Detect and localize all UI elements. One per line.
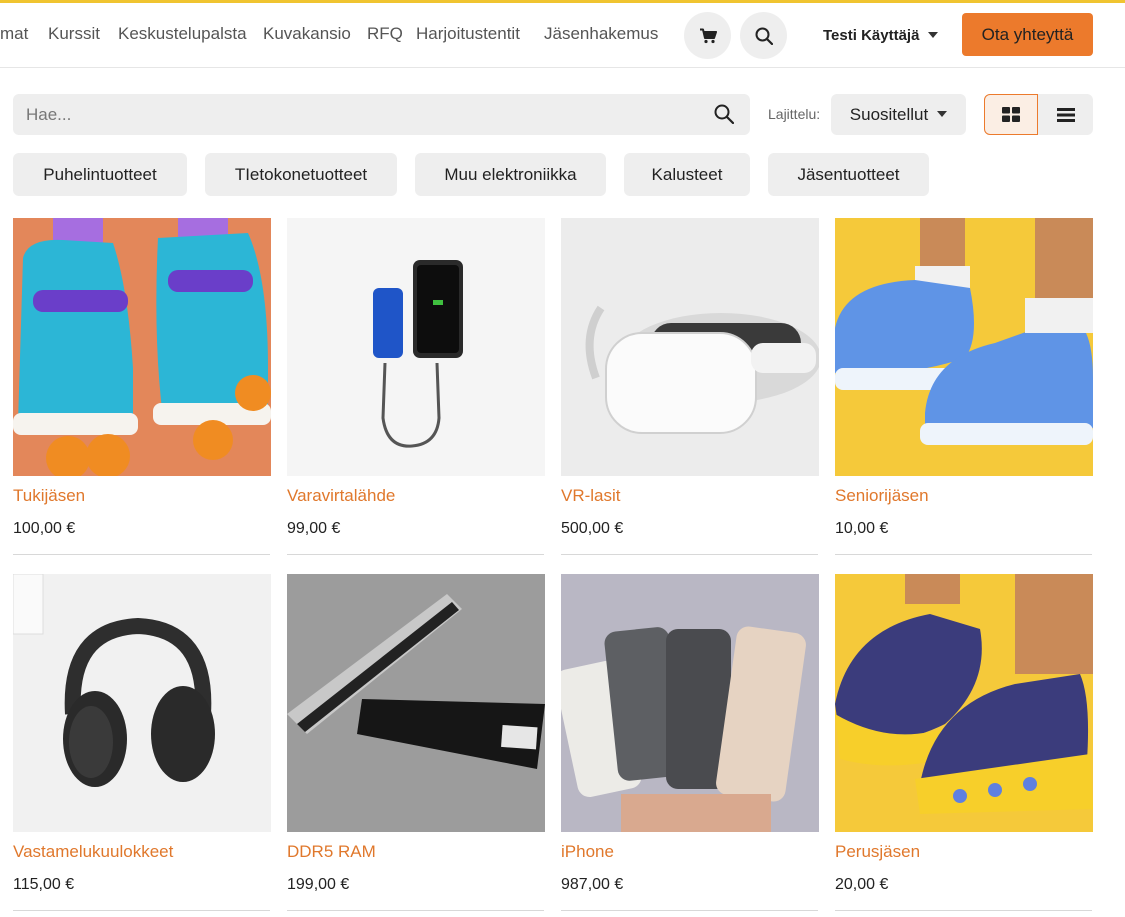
search-icon xyxy=(755,27,773,45)
product-image-headphones[interactable] xyxy=(13,574,271,832)
search-input[interactable]: Hae... xyxy=(26,105,71,125)
category-kalusteet[interactable]: Kalusteet xyxy=(624,153,750,196)
product-price: 500,00 € xyxy=(561,520,624,537)
cart-icon xyxy=(699,28,717,43)
divider xyxy=(835,554,1092,555)
caret-down-icon xyxy=(937,110,948,117)
product-image-iphone[interactable] xyxy=(561,574,819,832)
divider xyxy=(561,554,818,555)
category-jasentuotteet[interactable]: Jäsentuotteet xyxy=(768,153,929,196)
product-price: 99,00 € xyxy=(287,520,341,537)
product-image-basic-member-shoes[interactable] xyxy=(835,574,1093,832)
category-tietokonetuotteet[interactable]: TIetokonetuotteet xyxy=(205,153,397,196)
product-image-senior-member-shoes[interactable] xyxy=(835,218,1093,476)
grid-view-button[interactable] xyxy=(984,94,1038,135)
product-title[interactable]: Varavirtalähde xyxy=(287,486,395,506)
category-puhelintuotteet[interactable]: Puhelintuotteet xyxy=(13,153,187,196)
divider xyxy=(13,910,270,911)
product-title[interactable]: Vastamelukuulokkeet xyxy=(13,842,173,862)
product-price: 100,00 € xyxy=(13,520,76,537)
sort-dropdown[interactable]: Suositellut xyxy=(831,94,966,135)
product-title[interactable]: Perusjäsen xyxy=(835,842,920,862)
divider xyxy=(13,554,270,555)
nav-link-rfq[interactable]: RFQ xyxy=(367,24,403,44)
product-title[interactable]: VR-lasit xyxy=(561,486,621,506)
caret-down-icon xyxy=(928,31,939,38)
product-title[interactable]: Tukijäsen xyxy=(13,486,85,506)
nav-link-keskustelupalsta[interactable]: Keskustelupalsta xyxy=(118,24,247,44)
nav-link-harjoitustentit[interactable]: Harjoitustentit xyxy=(416,24,520,44)
nav-link-jasenhakemus[interactable]: Jäsenhakemus xyxy=(544,24,658,44)
grid-view-icon xyxy=(1002,107,1020,122)
sort-label: Lajittelu: xyxy=(768,106,821,122)
product-price: 987,00 € xyxy=(561,876,624,893)
product-image-vr-headset[interactable] xyxy=(561,218,819,476)
product-image-roller-skates[interactable] xyxy=(13,218,271,476)
product-price: 115,00 € xyxy=(13,876,75,893)
product-price: 20,00 € xyxy=(835,876,889,893)
product-title[interactable]: iPhone xyxy=(561,842,614,862)
cart-button[interactable] xyxy=(684,12,731,59)
nav-link-partial[interactable]: mat xyxy=(0,24,28,44)
product-price: 199,00 € xyxy=(287,876,350,893)
search-field[interactable]: Hae... xyxy=(13,94,750,135)
product-image-powerbank[interactable] xyxy=(287,218,545,476)
contact-button[interactable]: Ota yhteyttä xyxy=(962,13,1093,56)
search-icon[interactable] xyxy=(714,104,734,124)
divider xyxy=(287,554,544,555)
nav-link-kuvakansio[interactable]: Kuvakansio xyxy=(263,24,351,44)
list-view-button[interactable] xyxy=(1038,94,1093,135)
divider xyxy=(835,910,1092,911)
product-image-ddr5-ram[interactable] xyxy=(287,574,545,832)
user-menu[interactable]: Testi Käyttäjä xyxy=(823,27,939,44)
user-name: Testi Käyttäjä xyxy=(823,27,920,44)
product-title[interactable]: Seniorijäsen xyxy=(835,486,929,506)
navbar: mat Kurssit Keskustelupalsta Kuvakansio … xyxy=(0,3,1125,68)
product-price: 10,00 € xyxy=(835,520,889,537)
divider xyxy=(287,910,544,911)
divider xyxy=(561,910,818,911)
product-title[interactable]: DDR5 RAM xyxy=(287,842,376,862)
nav-link-kurssit[interactable]: Kurssit xyxy=(48,24,100,44)
sort-value: Suositellut xyxy=(849,104,929,124)
category-muu-elektroniikka[interactable]: Muu elektroniikka xyxy=(415,153,606,196)
list-view-icon xyxy=(1056,107,1075,122)
view-toggle xyxy=(984,94,1093,135)
search-toggle-button[interactable] xyxy=(740,12,787,59)
